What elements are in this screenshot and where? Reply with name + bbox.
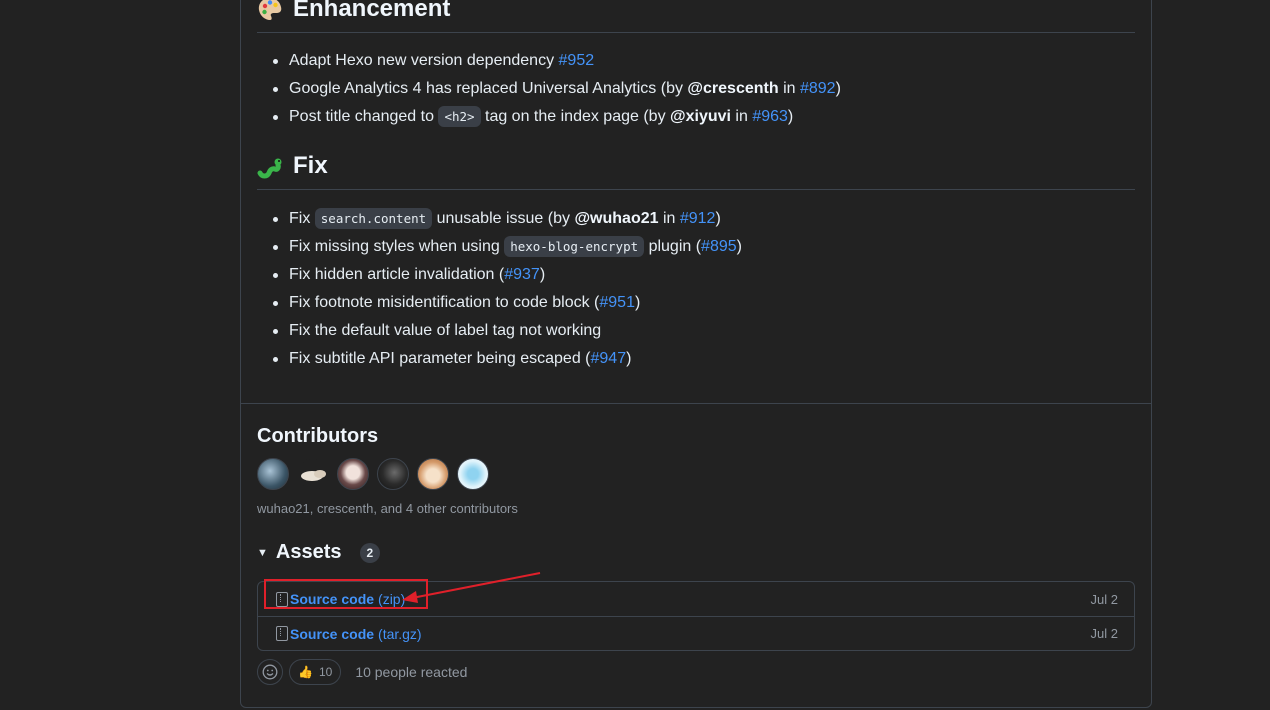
avatar[interactable] — [457, 458, 489, 490]
asset-name: Source code — [290, 625, 375, 642]
asset-date: Jul 2 — [1090, 626, 1118, 641]
list-item: Google Analytics 4 has replaced Universa… — [273, 75, 841, 103]
add-reaction-button[interactable] — [257, 659, 283, 685]
item-text: Fix — [289, 210, 315, 227]
item-text: ) — [835, 80, 841, 97]
avatar[interactable] — [337, 458, 369, 490]
contributors-title: Contributors — [257, 425, 379, 447]
annotation-highlight-box — [264, 579, 428, 609]
assets-toggle[interactable]: ▼ Assets 2 — [257, 541, 381, 564]
item-text: Fix hidden article invalidation ( — [289, 266, 505, 283]
user-mention[interactable]: @crescenth — [687, 80, 778, 97]
assets-count-badge: 2 — [359, 542, 381, 563]
pr-link[interactable]: #912 — [680, 210, 716, 227]
bug-icon — [257, 153, 283, 179]
item-text: ) — [736, 238, 742, 255]
item-text: Fix footnote misidentification to code b… — [289, 294, 600, 311]
item-text: tag on the index page (by — [480, 108, 671, 125]
item-text: ) — [539, 266, 546, 283]
item-text: Fix missing styles when using — [289, 238, 505, 255]
pr-link[interactable]: #947 — [591, 350, 627, 367]
download-targz-link[interactable]: Source code (tar.gz) — [290, 626, 422, 642]
thumbs-up-icon: 👍 — [298, 665, 313, 679]
assets-title: Assets — [275, 541, 342, 563]
fix-title: Fix — [293, 151, 328, 179]
list-item: Adapt Hexo new version dependency #952 — [273, 47, 841, 75]
list-item: Post title changed to <h2> tag on the in… — [273, 103, 841, 131]
thumbs-up-count: 10 — [318, 665, 333, 679]
item-text: unusable issue (by — [432, 210, 575, 227]
fix-heading: Fix — [257, 148, 1135, 190]
inline-code: search.content — [314, 208, 433, 229]
item-text: ) — [787, 108, 794, 125]
pr-link[interactable]: #937 — [504, 266, 540, 283]
item-text: in — [730, 108, 753, 125]
section-divider — [241, 403, 1151, 404]
item-text: in — [778, 80, 800, 97]
contributors-summary: wuhao21, crescenth, and 4 other contribu… — [257, 501, 518, 516]
item-text: plugin ( — [644, 238, 702, 255]
pr-link[interactable]: #951 — [599, 294, 635, 311]
list-item: Fix hidden article invalidation (#937) — [273, 261, 742, 289]
user-mention[interactable]: @wuhao21 — [574, 210, 658, 227]
pr-link[interactable]: #892 — [800, 80, 836, 97]
list-item: Fix search.content unusable issue (by @w… — [273, 205, 742, 233]
fix-list: Fix search.content unusable issue (by @w… — [273, 205, 742, 373]
asset-date: Jul 2 — [1090, 591, 1118, 607]
item-text: Fix the default value of label tag not w… — [289, 322, 602, 339]
caret-down-icon: ▼ — [257, 546, 268, 559]
avatar[interactable] — [377, 458, 409, 490]
thumbs-up-reaction[interactable]: 👍 10 — [289, 659, 342, 685]
reactions-bar: 👍 10 10 people reacted — [257, 659, 467, 685]
asset-ext: (tar.gz) — [378, 625, 422, 642]
pr-link[interactable]: #952 — [559, 52, 595, 69]
list-item: Fix subtitle API parameter being escaped… — [273, 345, 742, 373]
item-text: ) — [634, 294, 641, 311]
item-text: in — [658, 210, 680, 227]
inline-code: <h2> — [438, 106, 481, 127]
enhancement-heading: Enhancement — [257, 0, 1135, 33]
smiley-icon — [262, 664, 278, 680]
pr-link[interactable]: #963 — [752, 108, 788, 125]
reactions-summary: 10 people reacted — [355, 664, 468, 680]
enhancement-title: Enhancement — [293, 0, 451, 22]
item-text: ) — [715, 210, 721, 227]
list-item: Fix the default value of label tag not w… — [273, 317, 742, 345]
avatar[interactable] — [257, 458, 289, 490]
list-item: Fix footnote misidentification to code b… — [273, 289, 742, 317]
user-mention[interactable]: @xiyuvi — [670, 108, 731, 125]
pr-link[interactable]: #895 — [701, 238, 737, 255]
file-zip-icon — [276, 626, 288, 641]
item-text: ) — [626, 350, 632, 367]
avatar[interactable] — [297, 458, 329, 490]
avatar[interactable] — [417, 458, 449, 490]
item-text: Adapt Hexo new version dependency — [289, 52, 559, 69]
item-text: Google Analytics 4 has replaced Universa… — [289, 80, 688, 97]
palette-icon — [257, 0, 283, 22]
asset-row-targz: Source code (tar.gz) Jul 2 — [258, 616, 1134, 650]
item-text: Post title changed to — [289, 108, 439, 125]
enhancement-list: Adapt Hexo new version dependency #952 G… — [273, 47, 841, 131]
release-notes: Enhancement Adapt Hexo new version depen… — [257, 0, 1135, 403]
contributor-avatars — [257, 458, 489, 490]
list-item: Fix missing styles when using hexo-blog-… — [273, 233, 742, 261]
inline-code: hexo-blog-encrypt — [504, 236, 645, 257]
item-text: Fix subtitle API parameter being escaped… — [289, 350, 591, 367]
